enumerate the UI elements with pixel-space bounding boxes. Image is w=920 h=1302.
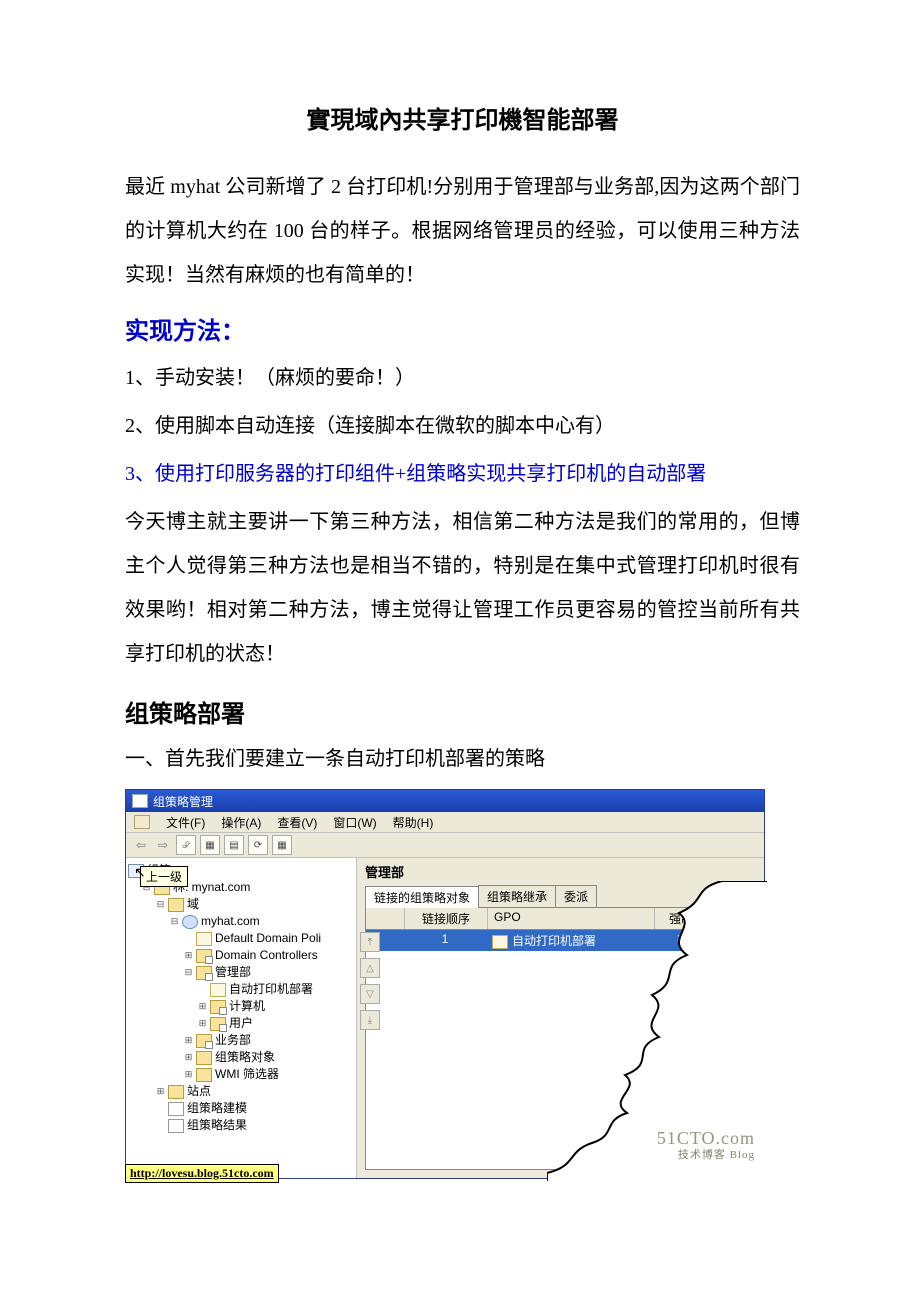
window-title: 组策略管理 [153,793,213,810]
gpo-row[interactable]: 1 自动打印机部署 否 是 [366,930,755,951]
tb-btn-3[interactable]: ▦ [272,835,292,855]
tab-inheritance[interactable]: 组策略继承 [478,885,556,907]
app-icon [132,794,148,808]
step-1: 一、首先我们要建立一条自动打印机部署的策略 [125,739,800,779]
tree-pane: ↖ 上一级 组策 ⊟林: mynat.com ⊟域 ⊟myhat.com Def… [126,858,357,1178]
tree-ou-mgmt[interactable]: ⊟管理部 [128,964,354,981]
column-headers: 链接顺序 GPO 强制 已启 [366,908,755,930]
tooltip-up: 上一级 [140,866,188,887]
move-up-button[interactable]: △ [360,958,380,978]
tab-delegation[interactable]: 委派 [555,885,597,907]
toolbar: ⇦ ⇨ ⮵ ▦ ▤ ⟳ ▦ [126,833,764,858]
tree-modeling[interactable]: 组策略建模 [128,1100,354,1117]
col-link-order[interactable]: 链接顺序 [405,908,488,929]
tree-sites[interactable]: ⊞站点 [128,1083,354,1100]
cursor-icon: ↖ [134,864,146,881]
move-down-button[interactable]: ▽ [360,984,380,1004]
tree-ou-biz[interactable]: ⊞业务部 [128,1032,354,1049]
col-gpo[interactable]: GPO [488,908,655,929]
move-top-button[interactable]: ⤒ [360,932,380,952]
move-bottom-button[interactable]: ⤓ [360,1010,380,1030]
watermark: 51CTO.com 技术博客 Blog [657,1129,755,1161]
menu-action[interactable]: 操作(A) [221,814,261,831]
cell-gpo: 自动打印机部署 [486,930,657,951]
link-order-buttons: ⤒ △ ▽ ⤓ [360,932,380,1030]
back-button[interactable]: ⇦ [132,836,150,854]
source-url[interactable]: http://lovesu.blog.51cto.com [125,1164,279,1183]
menu-window[interactable]: 窗口(W) [333,814,376,831]
doc-title: 實現域內共享打印機智能部署 [125,100,800,135]
intro-paragraph: 最近 myhat 公司新增了 2 台打印机!分别用于管理部与业务部,因为这两个部… [125,165,800,297]
menu-bar: 文件(F) 操作(A) 查看(V) 窗口(W) 帮助(H) [126,812,764,833]
tb-btn-2[interactable]: ▤ [224,835,244,855]
method-1: 1、手动安装！（麻烦的要命！） [125,356,800,400]
tree-results[interactable]: 组策略结果 [128,1117,354,1134]
refresh-button[interactable]: ⟳ [248,835,268,855]
method-2: 2、使用脚本自动连接（连接脚本在微软的脚本中心有） [125,404,800,448]
window-titlebar: 组策略管理 [126,790,764,812]
col-force[interactable]: 强制 [655,908,708,929]
tree-domain[interactable]: ⊟myhat.com [128,913,354,930]
up-button[interactable]: ⮵ [176,835,196,855]
tree-wmi[interactable]: ⊞WMI 筛选器 [128,1066,354,1083]
cell-enabled: 是 [709,930,755,951]
tree-ou-computers[interactable]: ⊞计算机 [128,998,354,1015]
tree-ou-users[interactable]: ⊞用户 [128,1015,354,1032]
menu-help[interactable]: 帮助(H) [393,814,434,831]
col-enabled[interactable]: 已启 [708,908,755,929]
tab-linked-gpo[interactable]: 链接的组策略对象 [365,886,479,908]
tree-domains[interactable]: ⊟域 [128,896,354,913]
tb-btn-1[interactable]: ▦ [200,835,220,855]
methods-heading: 实现方法： [125,311,800,346]
tree-ddp[interactable]: Default Domain Poli [128,930,354,947]
tree-gpo-objects[interactable]: ⊞组策略对象 [128,1049,354,1066]
tree-gpo-autoprint[interactable]: 自动打印机部署 [128,981,354,998]
details-heading: 管理部 [357,858,764,881]
menu-view[interactable]: 查看(V) [277,814,317,831]
explain-paragraph: 今天博主就主要讲一下第三种方法，相信第二种方法是我们的常用的，但博主个人觉得第三… [125,500,800,676]
cell-force: 否 [657,930,709,951]
gpo-heading: 组策略部署 [125,694,800,729]
doc-icon [134,815,150,829]
method-3: 3、使用打印服务器的打印组件+组策略实现共享打印机的自动部署 [125,452,800,496]
forward-button[interactable]: ⇨ [154,836,172,854]
gpmc-screenshot: 组策略管理 文件(F) 操作(A) 查看(V) 窗口(W) 帮助(H) ⇦ ⇨ … [125,789,765,1179]
tree-dc[interactable]: ⊞Domain Controllers [128,947,354,964]
menu-file[interactable]: 文件(F) [166,814,205,831]
cell-order: 1 [404,930,486,951]
